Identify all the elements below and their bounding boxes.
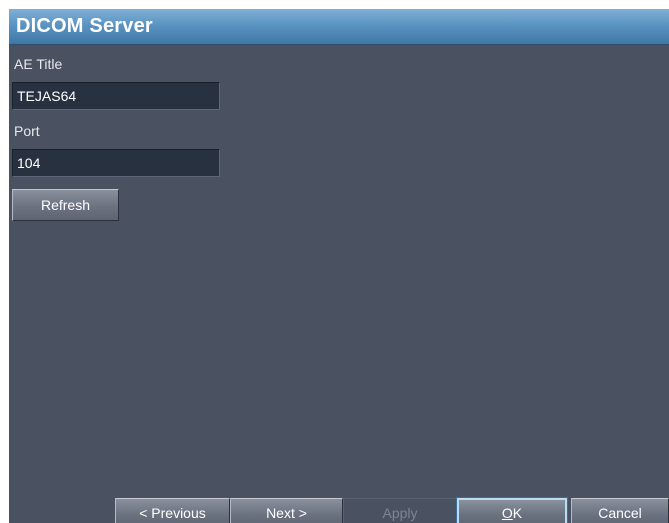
title-bar: DICOM Server <box>9 9 669 45</box>
ae-title-label: AE Title <box>14 56 63 72</box>
cancel-button[interactable]: Cancel <box>571 498 669 523</box>
ae-title-input[interactable] <box>12 82 220 110</box>
apply-button[interactable]: Apply <box>343 498 457 523</box>
port-input[interactable] <box>12 149 220 177</box>
refresh-button[interactable]: Refresh <box>12 189 119 221</box>
next-button[interactable]: Next > <box>230 498 343 523</box>
ok-mnemonic: O <box>501 505 513 521</box>
previous-button[interactable]: < Previous <box>115 498 230 523</box>
dicom-server-panel: DICOM Server AE Title Port Refresh < Pre… <box>9 9 669 523</box>
ok-button[interactable]: OK <box>457 498 567 523</box>
port-label: Port <box>14 123 40 139</box>
panel-title: DICOM Server <box>16 15 153 37</box>
ok-label-rest: K <box>512 505 523 521</box>
